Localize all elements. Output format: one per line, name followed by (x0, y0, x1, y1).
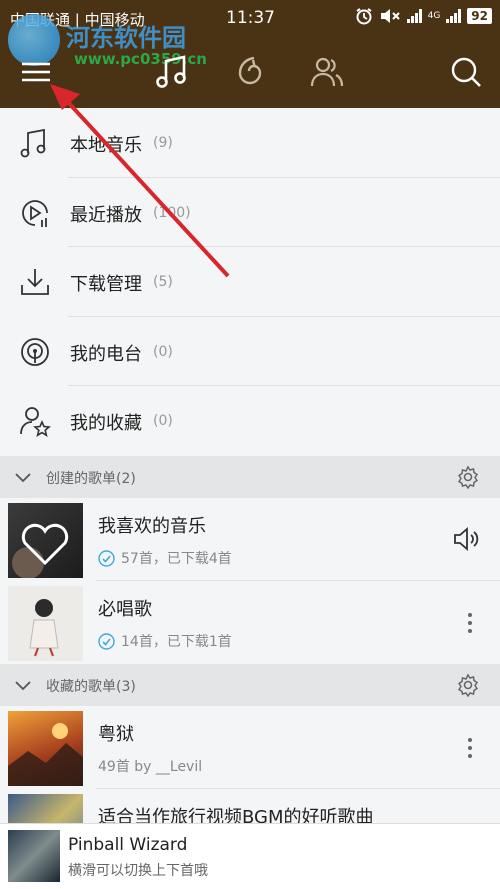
status-icons: 4G 92 (355, 7, 492, 25)
menu-item-local-music[interactable]: 本地音乐 (9) (0, 108, 500, 178)
playlist-name: 必唱歌 (98, 599, 152, 620)
network-label: 4G (427, 11, 441, 21)
gear-icon[interactable] (456, 465, 480, 489)
menu-item-recent-play[interactable]: 最近播放 (100) (0, 177, 500, 248)
more-icon[interactable] (466, 611, 474, 635)
menu-item-label: 最近播放 (70, 204, 142, 226)
chevron-down-icon (15, 473, 31, 483)
menu-item-label: 我的电台 (70, 343, 142, 365)
menu-item-count: (100) (153, 204, 191, 221)
netease-logo-icon[interactable] (230, 52, 270, 92)
playlist-cover (8, 711, 83, 786)
playlist-meta: 14首，已下载1首 (98, 631, 232, 651)
search-icon[interactable] (446, 52, 486, 92)
menu-item-count: (0) (153, 343, 173, 360)
mute-icon (380, 9, 400, 23)
playlist-row[interactable]: 必唱歌 14首，已下载1首 (0, 581, 500, 664)
menu-item-label: 本地音乐 (70, 135, 142, 156)
illustration-image (8, 723, 83, 786)
created-playlists-header[interactable]: 创建的歌单(2) (0, 456, 500, 498)
collected-playlists-header[interactable]: 收藏的歌单(3) (0, 664, 500, 706)
playlist-cover (8, 586, 83, 661)
menu-item-count: (9) (153, 135, 173, 151)
menu-icon[interactable] (16, 52, 56, 92)
downloaded-check-icon (98, 549, 115, 567)
mini-player[interactable]: Pinball Wizard 横滑可以切换上下首哦 (0, 823, 500, 889)
menu-item-label: 我的收藏 (70, 413, 142, 435)
playlist-row[interactable]: 粤狱 49首 by __Levil (0, 706, 500, 789)
top-bar: 中国联通 | 中国移动 11:37 4G 92 河东软件园 www.pc0359… (0, 0, 500, 108)
recent-play-icon (22, 199, 48, 227)
menu-item-my-radio[interactable]: 我的电台 (0) (0, 316, 500, 387)
section-title: 创建的歌单(2) (46, 471, 136, 487)
playlist-meta: 57首，已下载4首 (98, 548, 232, 568)
playlist-name: 粤狱 (98, 724, 134, 745)
clock: 11:37 (226, 8, 275, 28)
now-playing-cover (8, 830, 60, 882)
playlist-meta-text: 14首，已下载1首 (121, 634, 232, 650)
favorite-user-icon (20, 407, 51, 438)
chevron-down-icon (15, 681, 31, 691)
my-music-menu: 本地音乐 (9) 最近播放 (100) 下载管理 (5) 我的电台 (0) 我的… (0, 108, 500, 456)
battery-level: 92 (467, 8, 492, 24)
app-screen: 中国联通 | 中国移动 11:37 4G 92 河东软件园 www.pc0359… (0, 0, 500, 889)
now-playing-hint: 横滑可以切换上下首哦 (68, 863, 208, 879)
section-title: 收藏的歌单(3) (46, 679, 136, 695)
now-playing-title: Pinball Wizard (68, 835, 188, 855)
alarm-icon (356, 8, 372, 25)
signal-icon-2 (446, 9, 462, 23)
playlist-meta: 49首 by __Levil (98, 756, 202, 776)
downloaded-check-icon (98, 632, 115, 650)
playlist-meta-text: 57首，已下载4首 (121, 551, 232, 567)
menu-item-my-favorites[interactable]: 我的收藏 (0) (0, 386, 500, 456)
gear-icon[interactable] (456, 673, 480, 697)
music-note-icon[interactable] (152, 52, 192, 92)
friends-icon[interactable] (307, 52, 347, 92)
signal-icon (406, 9, 422, 23)
heart-icon (12, 523, 69, 578)
menu-item-count: (0) (153, 413, 173, 430)
download-icon (21, 269, 49, 296)
playlist-cover (8, 503, 83, 578)
speaker-icon[interactable] (452, 526, 480, 552)
menu-item-download-manager[interactable]: 下载管理 (5) (0, 247, 500, 317)
menu-item-label: 下载管理 (70, 274, 142, 296)
playlist-meta-text: 49首 by __Levil (98, 759, 203, 775)
playlist-row[interactable]: 我喜欢的音乐 57首，已下载4首 (0, 498, 500, 581)
music-note-icon (20, 128, 46, 158)
more-icon[interactable] (466, 736, 474, 760)
radio-icon (21, 337, 49, 366)
menu-item-count: (5) (153, 274, 173, 291)
nav-bar (0, 36, 500, 108)
playlist-name: 我喜欢的音乐 (98, 516, 206, 537)
illustration-image (29, 599, 59, 657)
